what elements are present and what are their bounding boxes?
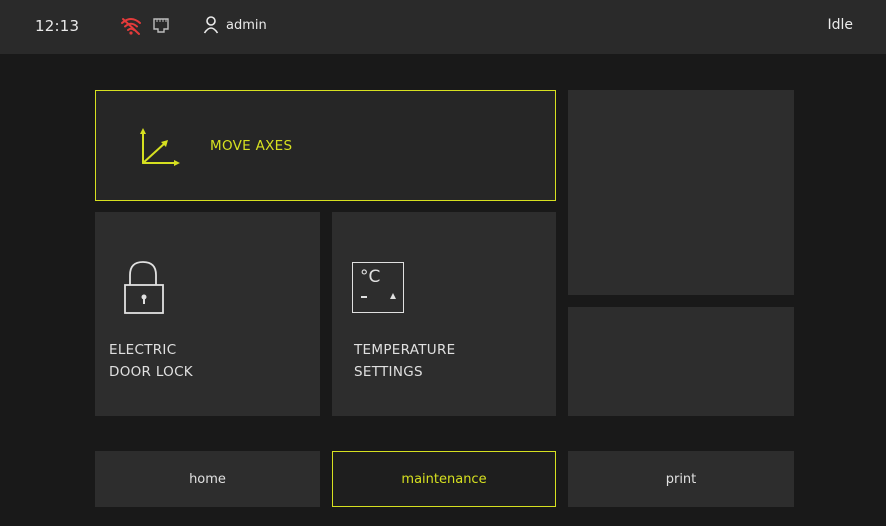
thermometer-celsius-icon: °C (352, 262, 404, 313)
empty-tile-bottom-right (568, 307, 794, 416)
celsius-symbol: °C (360, 267, 381, 287)
axes-icon (137, 127, 181, 167)
nav-maintenance-button[interactable]: maintenance (332, 451, 556, 507)
temperature-label-line2: SETTINGS (354, 364, 423, 380)
empty-tile-top-right (568, 90, 794, 295)
temperature-settings-tile[interactable]: °C TEMPERATURE SETTINGS (332, 212, 556, 416)
wifi-off-icon[interactable] (120, 16, 142, 36)
nav-print-button[interactable]: print (568, 451, 794, 507)
clock: 12:13 (35, 17, 80, 35)
user-icon (203, 15, 219, 35)
move-axes-tile[interactable]: MOVE AXES (95, 90, 556, 201)
move-axes-label: MOVE AXES (210, 138, 293, 154)
door-lock-tile[interactable]: ELECTRIC DOOR LOCK (95, 212, 320, 416)
nav-home-button[interactable]: home (95, 451, 320, 507)
status-bar: 12:13 admin Idle (0, 0, 886, 54)
temperature-label-line1: TEMPERATURE (354, 342, 456, 358)
user-name[interactable]: admin (226, 18, 267, 33)
ethernet-icon[interactable] (152, 16, 170, 36)
padlock-icon (122, 259, 166, 317)
door-lock-label-line1: ELECTRIC (109, 342, 177, 358)
printer-status: Idle (827, 17, 853, 33)
door-lock-label-line2: DOOR LOCK (109, 364, 193, 380)
